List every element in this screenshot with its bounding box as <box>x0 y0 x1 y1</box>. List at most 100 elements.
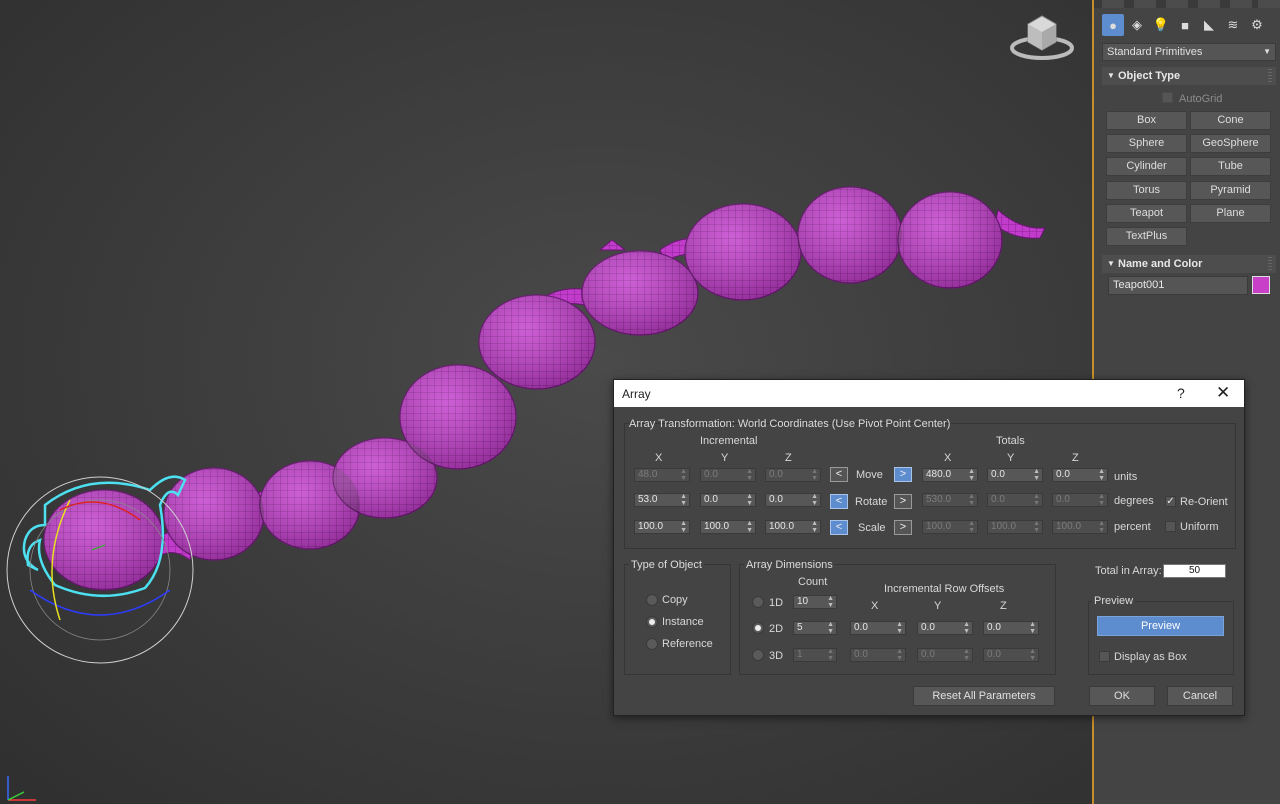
box-button[interactable]: Box <box>1106 111 1187 130</box>
scale-inc-z[interactable]: 100.0 ▲ ▼ <box>765 520 821 534</box>
category-dropdown[interactable]: Standard Primitives ▼ <box>1102 43 1276 61</box>
help-icon[interactable]: ? <box>1177 385 1185 401</box>
copy-label: Copy <box>662 594 688 606</box>
3d-count[interactable]: 1 ▲ ▼ <box>793 648 837 662</box>
pyramid-button[interactable]: Pyramid <box>1190 181 1271 200</box>
spinner-icon: ▲ ▼ <box>680 468 687 482</box>
rotate-inc-x[interactable]: 53.0 ▲ ▼ <box>634 493 690 507</box>
scale-right-arrow-button[interactable]: > <box>894 520 912 535</box>
geosphere-button[interactable]: GeoSphere <box>1190 134 1271 153</box>
teapot-button[interactable]: Teapot <box>1106 204 1187 223</box>
textplus-button[interactable]: TextPlus <box>1106 227 1187 246</box>
viewcube-icon[interactable] <box>1004 6 1084 66</box>
spinner-icon: ▲ ▼ <box>968 520 975 534</box>
rotate-left-arrow-button[interactable]: < <box>830 494 848 509</box>
reference-radio[interactable] <box>646 638 658 650</box>
rotate-tot-y[interactable]: 0.0 ▲ ▼ <box>987 493 1043 507</box>
rotate-inc-y[interactable]: 0.0 ▲ ▼ <box>700 493 756 507</box>
spinner-icon: ▲ ▼ <box>1029 648 1036 662</box>
instance-radio[interactable] <box>646 616 658 628</box>
object-name-field[interactable]: Teapot001 <box>1108 276 1248 295</box>
scale-unit-label: percent <box>1114 521 1151 533</box>
cameras-icon[interactable]: ■ <box>1174 14 1196 36</box>
scale-tot-z[interactable]: 100.0 ▲ ▼ <box>1052 520 1108 534</box>
rotate-inc-z[interactable]: 0.0 ▲ ▼ <box>765 493 821 507</box>
display-as-box-checkbox[interactable] <box>1099 651 1110 662</box>
total-in-array-value: 50 <box>1163 564 1226 578</box>
1d-count-value: 10 <box>797 596 809 607</box>
array-dialog: Array ? ✕ Array Transformation: World Co… <box>613 379 1245 716</box>
move-tot-x[interactable]: 480.0 ▲ ▼ <box>922 468 978 482</box>
object-type-rollout-header[interactable]: ▼ Object Type <box>1102 67 1276 85</box>
2d-offset-x[interactable]: 0.0 ▲ ▼ <box>850 621 906 635</box>
move-tot-z[interactable]: 0.0 ▲ ▼ <box>1052 468 1108 482</box>
scale-tot-y[interactable]: 100.0 ▲ ▼ <box>987 520 1043 534</box>
checkbox-icon <box>1162 92 1173 103</box>
3d-radio[interactable] <box>752 649 764 661</box>
plane-button[interactable]: Plane <box>1190 204 1271 223</box>
rotate-tot-x[interactable]: 530.0 ▲ ▼ <box>922 493 978 507</box>
lights-icon[interactable]: 💡 <box>1150 14 1172 36</box>
object-color-swatch[interactable] <box>1252 276 1270 294</box>
command-panel-tabs[interactable] <box>1094 0 1280 8</box>
move-inc-y[interactable]: 0.0 ▲ ▼ <box>700 468 756 482</box>
reset-all-parameters-button[interactable]: Reset All Parameters <box>913 686 1055 706</box>
ok-button[interactable]: OK <box>1089 686 1155 706</box>
2d-offset-y[interactable]: 0.0 ▲ ▼ <box>917 621 973 635</box>
move-inc-y-value: 0.0 <box>704 469 718 480</box>
copy-radio[interactable] <box>646 594 658 606</box>
chevron-down-icon: ▼ <box>1263 47 1271 56</box>
cylinder-button[interactable]: Cylinder <box>1106 157 1187 176</box>
move-tot-y[interactable]: 0.0 ▲ ▼ <box>987 468 1043 482</box>
3d-offset-y-value: 0.0 <box>921 649 935 660</box>
type-of-object-title: Type of Object <box>629 559 704 571</box>
rotate-tot-z[interactable]: 0.0 ▲ ▼ <box>1052 493 1108 507</box>
spinner-icon: ▲ ▼ <box>963 621 970 635</box>
move-inc-x-value: 48.0 <box>638 469 658 480</box>
helpers-icon[interactable]: ◣ <box>1198 14 1220 36</box>
move-inc-x[interactable]: 48.0 ▲ ▼ <box>634 468 690 482</box>
move-tot-z-value: 0.0 <box>1056 469 1070 480</box>
dialog-titlebar[interactable]: Array ? ✕ <box>614 380 1244 407</box>
2d-offset-z[interactable]: 0.0 ▲ ▼ <box>983 621 1039 635</box>
close-icon[interactable]: ✕ <box>1216 383 1230 403</box>
scale-inc-x-value: 100.0 <box>638 521 664 532</box>
uniform-checkbox[interactable] <box>1165 521 1176 532</box>
scale-tot-z-value: 100.0 <box>1056 521 1082 532</box>
re-orient-checkbox[interactable]: ✓ <box>1165 496 1176 507</box>
scale-inc-y[interactable]: 100.0 ▲ ▼ <box>700 520 756 534</box>
array-transformation-title: Array Transformation: World Coordinates … <box>629 418 951 430</box>
3d-offset-z[interactable]: 0.0 ▲ ▼ <box>983 648 1039 662</box>
shapes-icon[interactable]: ◈ <box>1126 14 1148 36</box>
3d-offset-x[interactable]: 0.0 ▲ ▼ <box>850 648 906 662</box>
scale-tot-x[interactable]: 100.0 ▲ ▼ <box>922 520 978 534</box>
tot-x-header: X <box>944 452 952 464</box>
autogrid-checkbox[interactable]: AutoGrid <box>1162 92 1222 105</box>
rotate-right-arrow-button[interactable]: > <box>894 494 912 509</box>
systems-icon[interactable]: ⚙ <box>1246 14 1268 36</box>
geometry-icon[interactable]: ● <box>1102 14 1124 36</box>
preview-button[interactable]: Preview <box>1097 616 1224 636</box>
spinner-icon: ▲ ▼ <box>896 648 903 662</box>
1d-radio[interactable] <box>752 596 764 608</box>
scale-inc-x[interactable]: 100.0 ▲ ▼ <box>634 520 690 534</box>
scale-left-arrow-button[interactable]: < <box>830 520 848 535</box>
space-warps-icon[interactable]: ≋ <box>1222 14 1244 36</box>
move-left-arrow-button[interactable]: < <box>830 467 848 482</box>
2d-radio[interactable] <box>752 622 764 634</box>
sphere-button[interactable]: Sphere <box>1106 134 1187 153</box>
rotate-label: Rotate <box>855 496 888 508</box>
name-and-color-rollout-header[interactable]: ▼ Name and Color <box>1102 255 1276 273</box>
tube-button[interactable]: Tube <box>1190 157 1271 176</box>
move-right-arrow-button[interactable]: > <box>894 467 912 482</box>
torus-button[interactable]: Torus <box>1106 181 1187 200</box>
3d-offset-y[interactable]: 0.0 ▲ ▼ <box>917 648 973 662</box>
incremental-label: Incremental <box>700 435 758 447</box>
cancel-button[interactable]: Cancel <box>1167 686 1233 706</box>
cone-button[interactable]: Cone <box>1190 111 1271 130</box>
2d-count[interactable]: 5 ▲ ▼ <box>793 621 837 635</box>
move-inc-z[interactable]: 0.0 ▲ ▼ <box>765 468 821 482</box>
1d-count[interactable]: 10 ▲ ▼ <box>793 595 837 609</box>
spinner-icon: ▲ ▼ <box>1033 520 1040 534</box>
spinner-icon: ▲ ▼ <box>1033 493 1040 507</box>
